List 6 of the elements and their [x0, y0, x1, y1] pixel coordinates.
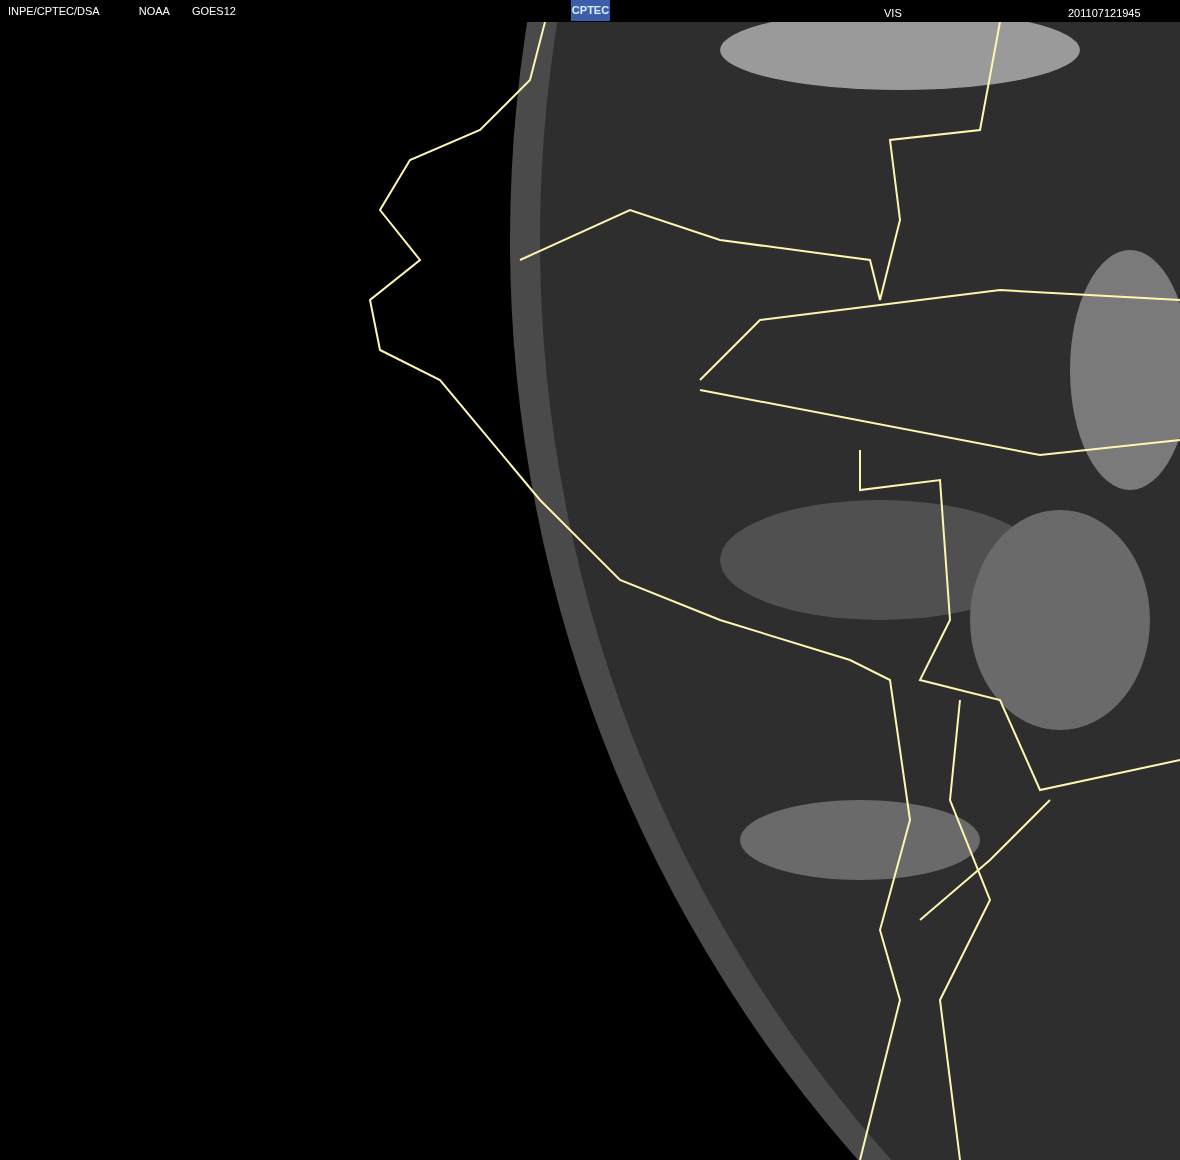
timestamp-label: 201107121945 [1068, 6, 1141, 21]
agency-label: NOAA [138, 3, 170, 19]
source-label: INPE/CPTEC/DSA [8, 3, 100, 19]
logo: CPTEC [571, 0, 610, 21]
channel-label: VIS [884, 6, 902, 21]
satellite-label: GOES12 [191, 3, 236, 19]
